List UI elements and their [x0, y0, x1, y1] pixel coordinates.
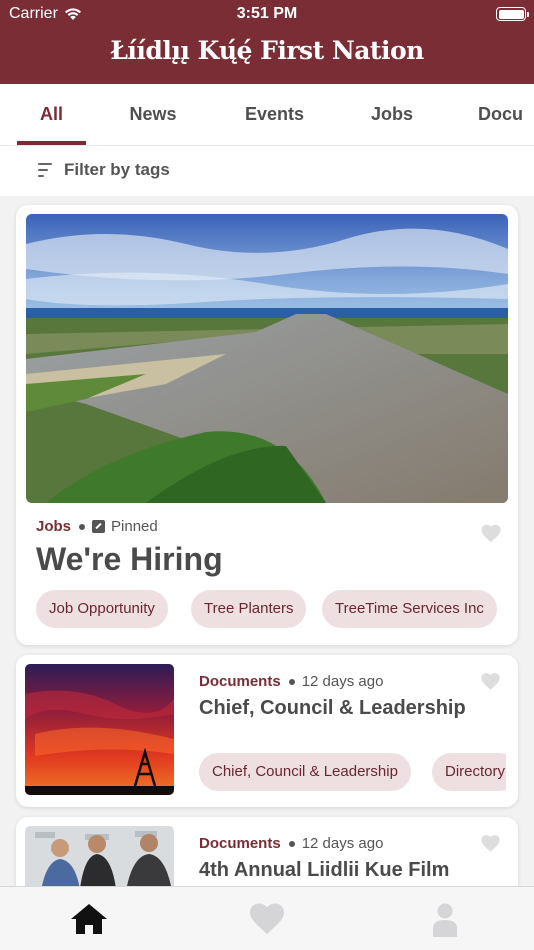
tag-chip[interactable]: Chief, Council & Leadership — [199, 753, 411, 791]
tag-chip[interactable]: Directory — [432, 753, 506, 791]
heart-icon[interactable] — [247, 901, 287, 937]
separator-dot — [288, 840, 295, 847]
bottom-tab-bar — [0, 886, 534, 950]
post-category: Jobs — [36, 518, 72, 535]
tag-chip[interactable]: Job Opportunity — [36, 590, 168, 628]
tab-news[interactable]: News — [118, 84, 188, 145]
favorite-heart-icon[interactable] — [480, 833, 501, 853]
category-tabs: All News Events Jobs Docu — [0, 84, 534, 146]
filter-bar[interactable]: Filter by tags — [0, 146, 534, 196]
status-bar: Carrier 3:51 PM — [0, 0, 534, 28]
post-card[interactable]: Jobs Pinned We're Hiring Job Opportunity… — [16, 205, 518, 645]
tab-documents[interactable]: Docu — [478, 84, 534, 145]
post-card[interactable]: Documents 12 days ago 4th Annual Liidlii… — [16, 817, 518, 897]
post-image — [26, 214, 508, 503]
post-date: 12 days ago — [301, 835, 384, 852]
status-time: 3:51 PM — [236, 5, 298, 22]
post-category: Documents — [199, 835, 281, 852]
separator-dot — [79, 523, 86, 530]
filter-icon — [38, 163, 52, 177]
tab-all[interactable]: All — [17, 84, 86, 145]
tag-chip[interactable]: TreeTime Services Inc — [322, 590, 497, 628]
home-icon[interactable] — [69, 901, 109, 937]
post-date: 12 days ago — [301, 673, 384, 690]
filter-label: Filter by tags — [64, 160, 170, 179]
person-icon[interactable] — [425, 901, 465, 937]
favorite-heart-icon[interactable] — [480, 671, 501, 691]
tag-row: Chief, Council & Leadership Directory — [199, 753, 506, 791]
post-card[interactable]: Documents 12 days ago Chief, Council & L… — [16, 655, 518, 807]
battery-icon — [496, 7, 529, 21]
separator-dot — [288, 678, 295, 685]
app-title: Łı́ı́dlı̨ı̨ Kų́ę́ First Nation — [110, 36, 424, 65]
post-meta: Documents 12 days ago — [199, 835, 383, 852]
post-meta: Documents 12 days ago — [199, 673, 383, 690]
pinned-label: Pinned — [111, 518, 158, 535]
pin-icon — [92, 520, 106, 533]
post-category: Documents — [199, 673, 281, 690]
post-title[interactable]: Chief, Council & Leadership — [199, 697, 466, 720]
post-meta: Jobs Pinned — [36, 518, 158, 535]
tab-events[interactable]: Events — [236, 84, 313, 145]
app-header: Carrier 3:51 PM Łı́ı́dlı̨ı̨ Kų́ę́ First … — [0, 0, 534, 84]
favorite-heart-icon[interactable] — [480, 522, 502, 544]
post-title[interactable]: 4th Annual Liidlii Kue Film — [199, 859, 449, 882]
post-thumbnail — [25, 664, 174, 795]
tag-chip[interactable]: Tree Planters — [191, 590, 307, 628]
tab-jobs[interactable]: Jobs — [362, 84, 422, 145]
post-title[interactable]: We're Hiring — [36, 541, 223, 578]
